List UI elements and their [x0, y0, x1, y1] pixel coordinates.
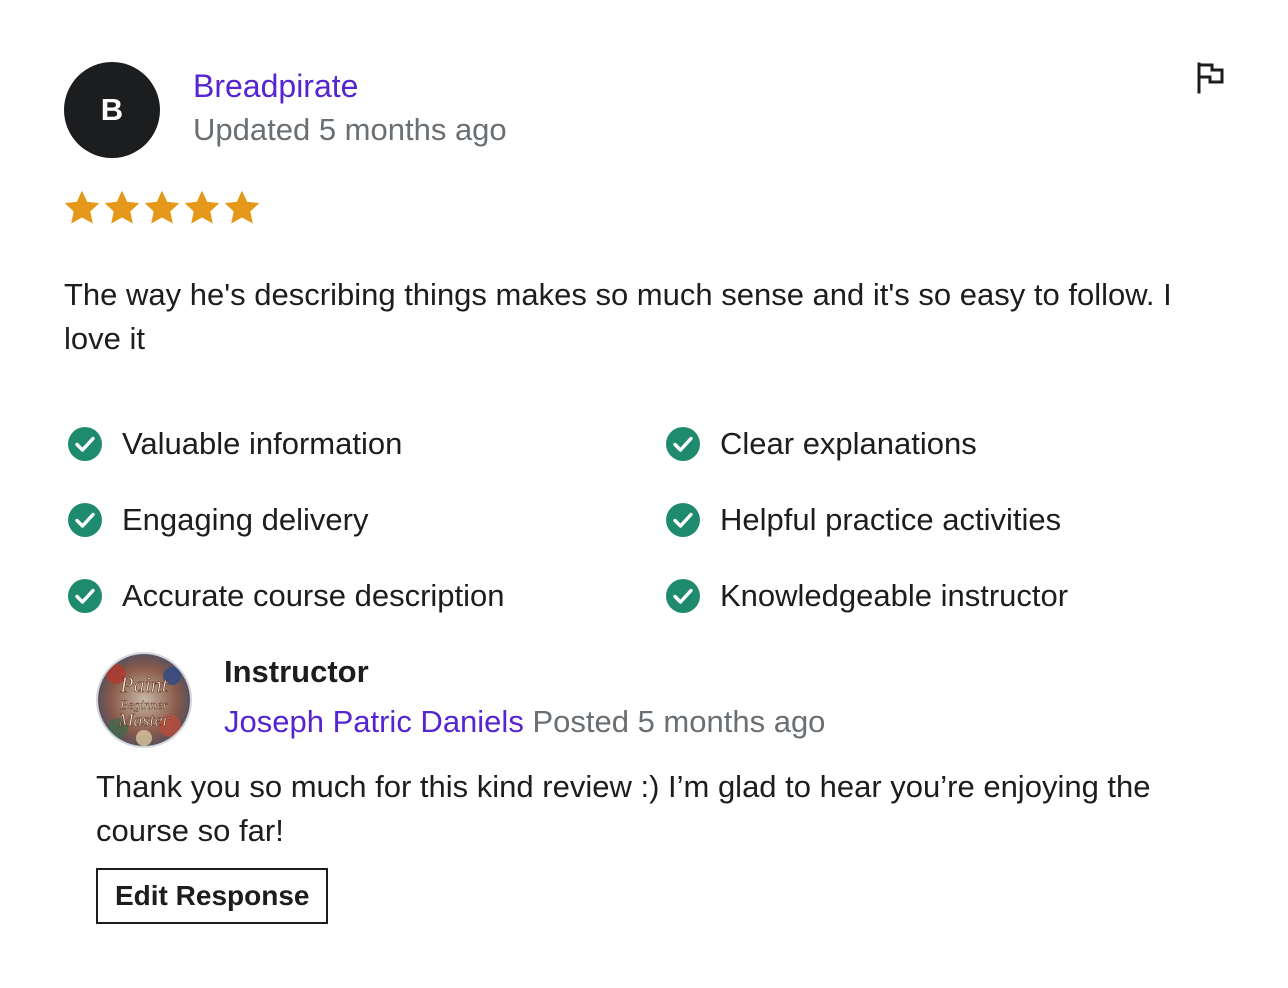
feedback-label: Clear explanations [720, 426, 977, 461]
feedback-item: Knowledgeable instructor [662, 558, 1204, 634]
star-filled-icon [224, 190, 260, 224]
feedback-label: Helpful practice activities [720, 502, 1062, 537]
star-filled-icon [64, 190, 100, 224]
instructor-role-label: Instructor [224, 654, 369, 689]
svg-text:Master: Master [118, 710, 171, 730]
check-circle-icon [666, 579, 700, 613]
reviewer-name[interactable]: Breadpirate [193, 66, 358, 106]
feedback-list: Valuable information Clear explanations En… [64, 406, 1204, 634]
star-filled-icon [184, 190, 220, 224]
flag-icon [1197, 62, 1224, 94]
star-rating [64, 190, 260, 226]
feedback-item: Helpful practice activities [662, 482, 1204, 558]
paint-beginner-master-logo: Paint Beginner Master [98, 654, 190, 746]
star-filled-icon [144, 190, 180, 224]
star-filled-icon [104, 190, 140, 224]
check-circle-icon [666, 503, 700, 537]
check-circle-icon [68, 503, 102, 537]
review-text: The way he's describing things makes so … [64, 277, 1172, 356]
edit-response-button[interactable]: Edit Response [96, 868, 329, 924]
feedback-label: Accurate course description [122, 578, 505, 613]
response-date: Posted 5 months ago [532, 704, 826, 739]
feedback-item: Clear explanations [662, 406, 1204, 482]
feedback-item: Accurate course description [64, 558, 662, 634]
feedback-label: Knowledgeable instructor [720, 578, 1069, 613]
review-date: Updated 5 months ago [193, 112, 507, 147]
instructor-name[interactable]: Joseph Patric Daniels [224, 704, 524, 739]
reviewer-avatar: B [64, 62, 160, 158]
check-circle-icon [68, 427, 102, 461]
feedback-item: Valuable information [64, 406, 662, 482]
response-text: Thank you so much for this kind review :… [96, 769, 1151, 848]
check-circle-icon [666, 427, 700, 461]
feedback-item: Engaging delivery [64, 482, 662, 558]
svg-text:Paint: Paint [119, 672, 169, 697]
check-circle-icon [68, 579, 102, 613]
feedback-label: Valuable information [122, 426, 403, 461]
instructor-avatar: Paint Beginner Master [96, 652, 192, 748]
feedback-label: Engaging delivery [122, 502, 369, 537]
instructor-line: Joseph Patric Daniels Posted 5 months ag… [224, 702, 825, 742]
report-button[interactable] [1190, 58, 1230, 98]
avatar-initial: B [100, 92, 124, 127]
